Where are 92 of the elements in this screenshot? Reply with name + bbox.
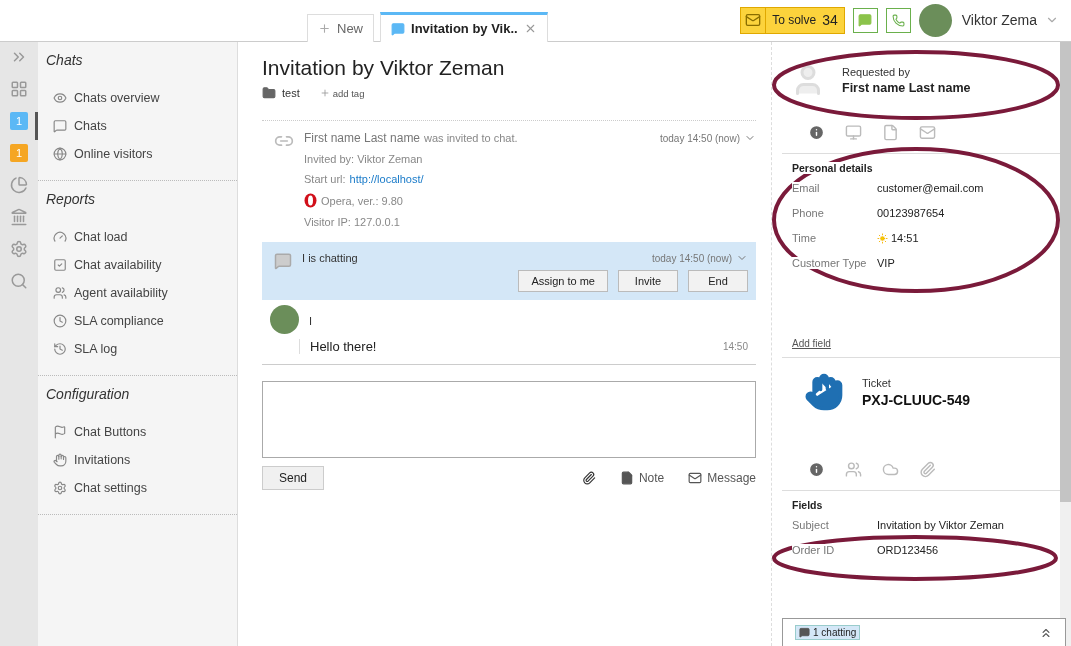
tag[interactable]: test bbox=[262, 86, 300, 100]
section-title: Fields bbox=[792, 499, 823, 511]
nav-item[interactable]: Chat settings bbox=[35, 474, 237, 502]
field-label: Email bbox=[792, 182, 820, 194]
plus-icon bbox=[319, 88, 330, 98]
check-icon bbox=[53, 258, 67, 272]
field-label: Phone bbox=[792, 207, 824, 219]
nav-section-title: Reports bbox=[45, 190, 97, 209]
field-label: Subject bbox=[792, 519, 829, 531]
field-label: Order ID bbox=[792, 544, 835, 556]
plus-icon bbox=[318, 22, 331, 35]
users-icon bbox=[53, 286, 67, 300]
field-value: 14:51 bbox=[877, 232, 919, 244]
speech-bubble-icon bbox=[274, 252, 292, 270]
field-value: 00123987654 bbox=[877, 207, 945, 219]
invited-by: Invited by: Viktor Zeman bbox=[304, 153, 424, 165]
nav-item[interactable]: Invitations bbox=[35, 446, 237, 474]
field-label: Time bbox=[792, 232, 817, 244]
browser-info: Opera, ver.: 9.80 bbox=[321, 194, 403, 207]
event-time[interactable]: today 14:50 (now) bbox=[659, 132, 756, 144]
nav-item[interactable]: Chats bbox=[35, 112, 237, 140]
phone-button[interactable] bbox=[885, 7, 911, 33]
add-tag-button[interactable]: add tag bbox=[319, 87, 365, 99]
message-button[interactable]: Message bbox=[674, 471, 756, 485]
history-icon bbox=[53, 342, 67, 356]
browser-logo-icon bbox=[304, 193, 317, 208]
ticket-label: Ticket bbox=[862, 376, 892, 389]
avatar bbox=[270, 305, 299, 334]
field-value: ORD123456 bbox=[877, 544, 939, 556]
customer-name: First name Last name bbox=[842, 80, 971, 95]
note-button[interactable]: Note bbox=[605, 471, 665, 485]
speech-bubble-icon bbox=[799, 627, 810, 638]
action-button[interactable]: Invite bbox=[618, 270, 678, 292]
nav-item[interactable]: Online visitors bbox=[35, 140, 237, 168]
folder-icon bbox=[262, 86, 276, 100]
add-field-link[interactable]: Add field bbox=[772, 338, 1060, 349]
status-time[interactable]: today 14:50 (now) bbox=[651, 252, 748, 264]
gauge-icon bbox=[53, 230, 67, 244]
nav-section-title: Configuration bbox=[45, 385, 131, 404]
chatting-button[interactable]: 1 chatting bbox=[795, 625, 861, 640]
document-icon bbox=[619, 471, 634, 485]
action-button[interactable]: Assign to me bbox=[518, 270, 608, 292]
avatar[interactable] bbox=[918, 3, 952, 37]
hand-icon bbox=[804, 372, 844, 412]
envelope-icon bbox=[688, 471, 703, 485]
send-button[interactable]: Send bbox=[262, 466, 324, 490]
tab[interactable]: New bbox=[307, 14, 374, 42]
field-label: Customer Type bbox=[792, 257, 867, 269]
nav-item[interactable]: Chats overview bbox=[35, 84, 237, 112]
nav-item[interactable]: Chat Buttons bbox=[35, 418, 237, 446]
envelope-icon bbox=[745, 12, 762, 28]
nav-item[interactable]: Chat load bbox=[35, 223, 237, 251]
phone-icon bbox=[891, 13, 905, 27]
nav-item[interactable]: SLA log bbox=[35, 335, 237, 363]
message-time: 14:50 bbox=[722, 341, 748, 352]
message-text: Hello there! bbox=[299, 339, 377, 354]
field-value: Invitation by Viktor Zeman bbox=[877, 519, 1004, 531]
speech-bubble-icon bbox=[391, 21, 405, 36]
field-value: VIP bbox=[877, 257, 895, 269]
globe-icon bbox=[53, 147, 67, 161]
nav-item[interactable]: Agent availability bbox=[35, 279, 237, 307]
event-text: was invited to chat. bbox=[424, 132, 518, 144]
tab[interactable]: Invitation by Vik.. bbox=[380, 12, 548, 42]
flag-icon bbox=[53, 425, 67, 439]
message-author: I bbox=[309, 315, 314, 327]
start-url-label: Start url: bbox=[304, 173, 346, 185]
user-name[interactable]: Viktor Zema bbox=[961, 12, 1037, 28]
chat-title: Invitation by Viktor Zeman bbox=[262, 56, 506, 80]
eye-icon bbox=[53, 91, 67, 105]
gear-icon bbox=[53, 481, 67, 495]
visitor-name: First name Last name bbox=[304, 131, 421, 145]
action-button[interactable]: End bbox=[688, 270, 748, 292]
to-solve-button[interactable]: To solve 34 bbox=[740, 6, 845, 34]
section-title: Personal details bbox=[792, 162, 873, 174]
nav-section-title: Chats bbox=[45, 51, 84, 70]
speech-bubble-icon bbox=[858, 13, 873, 27]
sun-icon bbox=[877, 232, 888, 244]
message-input[interactable] bbox=[262, 381, 756, 458]
clock-icon bbox=[53, 314, 67, 328]
requested-by-label: Requested by bbox=[842, 65, 911, 78]
field-value: customer@email.com bbox=[877, 182, 984, 194]
chat-icon bbox=[53, 119, 67, 133]
nav-item[interactable]: SLA compliance bbox=[35, 307, 237, 335]
hands-icon bbox=[53, 453, 67, 467]
chat-button[interactable] bbox=[852, 7, 878, 33]
nav-item[interactable]: Chat availability bbox=[35, 251, 237, 279]
visitor-ip: Visitor IP: 127.0.0.1 bbox=[304, 216, 401, 228]
status-text: I is chatting bbox=[302, 252, 358, 264]
ticket-id: PXJ-CLUUC-549 bbox=[862, 391, 971, 408]
start-url-link[interactable]: http://localhost/ bbox=[349, 173, 424, 185]
paperclip-icon[interactable] bbox=[581, 471, 596, 485]
scrollbar[interactable] bbox=[1060, 42, 1071, 646]
